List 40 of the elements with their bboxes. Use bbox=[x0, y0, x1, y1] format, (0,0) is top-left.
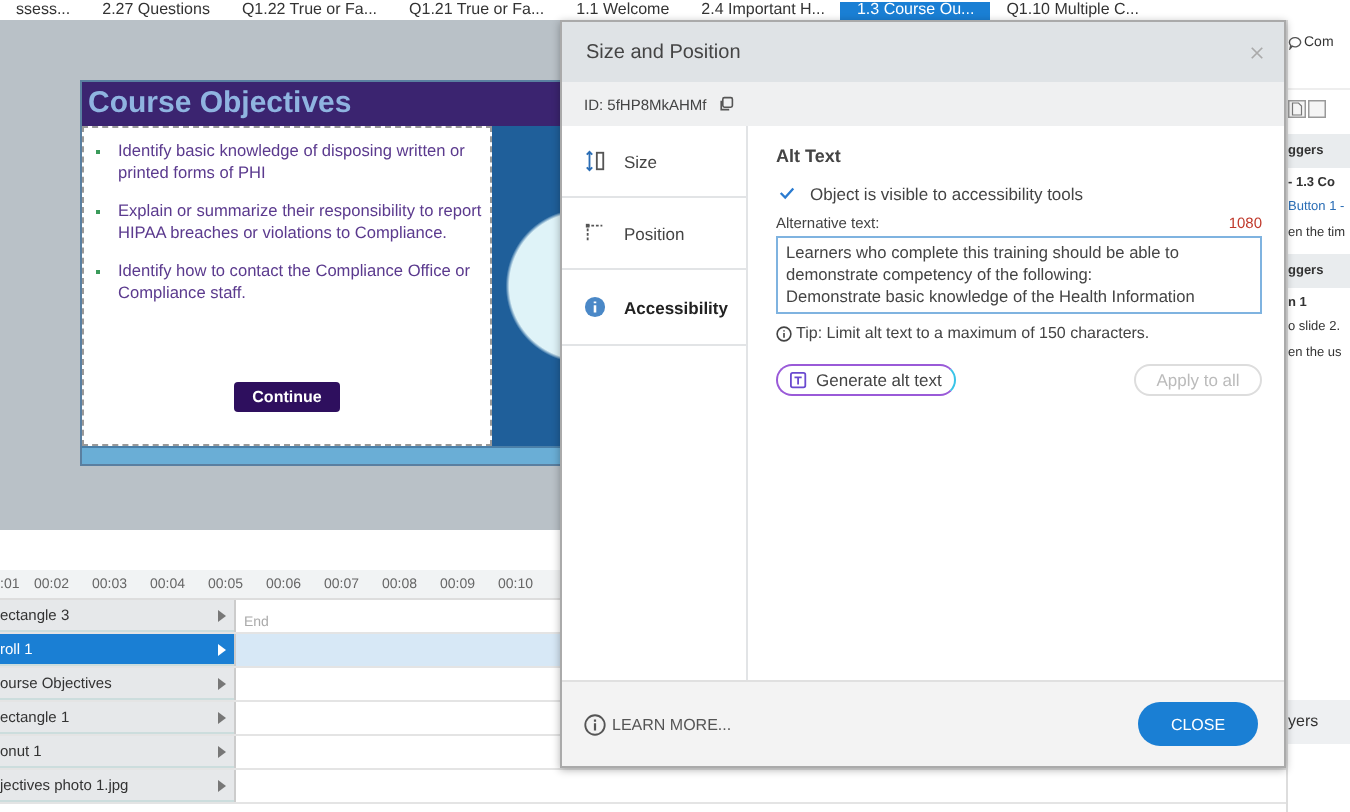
expand-arrow-icon[interactable] bbox=[218, 745, 226, 757]
generate-alt-text-button[interactable]: Generate alt text bbox=[776, 364, 956, 396]
continue-button[interactable]: Continue bbox=[234, 382, 340, 412]
close-button[interactable]: CLOSE bbox=[1138, 702, 1258, 746]
learn-more-link[interactable]: LEARN MORE... bbox=[584, 713, 732, 735]
info-icon bbox=[776, 325, 792, 341]
bullet-text: Identify basic knowledge of disposing written or printed forms of PHI bbox=[118, 140, 467, 182]
position-icon bbox=[584, 222, 606, 244]
comment-icon[interactable] bbox=[1288, 35, 1302, 49]
slide-tab[interactable]: 1.1 Welcome bbox=[560, 2, 686, 20]
slide-title: Course Objectives bbox=[82, 82, 562, 126]
expand-arrow-icon[interactable] bbox=[218, 677, 226, 689]
slide-tab[interactable]: Q1.10 Multiple C... bbox=[990, 2, 1155, 20]
tip-text: Tip: Limit alt text to a maximum of 150 characters. bbox=[796, 324, 1150, 342]
section-heading: Alt Text bbox=[776, 146, 843, 166]
bullet-text: Explain or summarize their responsibility to report HIPAA breaches or violations to Compliance. bbox=[118, 200, 482, 242]
expand-arrow-icon[interactable] bbox=[218, 609, 226, 621]
layers-tab[interactable]: yers bbox=[1288, 700, 1350, 744]
checkbox-label: Object is visible to accessibility tools bbox=[810, 183, 1084, 203]
info-icon bbox=[584, 713, 606, 735]
slide-tab[interactable]: Q1.22 True or Fa... bbox=[225, 2, 394, 20]
nav-item[interactable]: Size bbox=[562, 126, 746, 198]
bullet-text: Identify how to contact the Compliance Office or Compliance staff. bbox=[118, 260, 473, 302]
slide-tab[interactable]: ssess... bbox=[0, 2, 87, 20]
accessibility-icon bbox=[584, 296, 606, 318]
expand-arrow-icon[interactable] bbox=[218, 779, 226, 791]
slide-tab[interactable]: Q1.21 True or Fa... bbox=[393, 2, 561, 20]
expand-arrow-icon[interactable] bbox=[218, 711, 226, 723]
slide-tab[interactable]: 2.27 Questions bbox=[86, 2, 226, 20]
nav-item[interactable]: Accessibility bbox=[562, 270, 746, 346]
expand-arrow-icon[interactable] bbox=[218, 643, 226, 655]
dialog-title: Size and Position bbox=[586, 41, 741, 63]
document-icon[interactable] bbox=[1288, 99, 1306, 117]
document-icon[interactable] bbox=[1308, 99, 1326, 117]
slide-tab[interactable]: 1.3 Course Ou... bbox=[840, 2, 991, 20]
alt-text-field[interactable]: Learners who complete this training should be able to demonstrate competency of the following: Demonstrate basic knowledge of the Health Information bbox=[776, 236, 1262, 314]
slide-tab[interactable]: 2.4 Important H... bbox=[685, 2, 841, 20]
checkbox[interactable] bbox=[776, 182, 798, 204]
size-icon bbox=[584, 150, 606, 172]
copy-icon[interactable] bbox=[718, 96, 735, 112]
